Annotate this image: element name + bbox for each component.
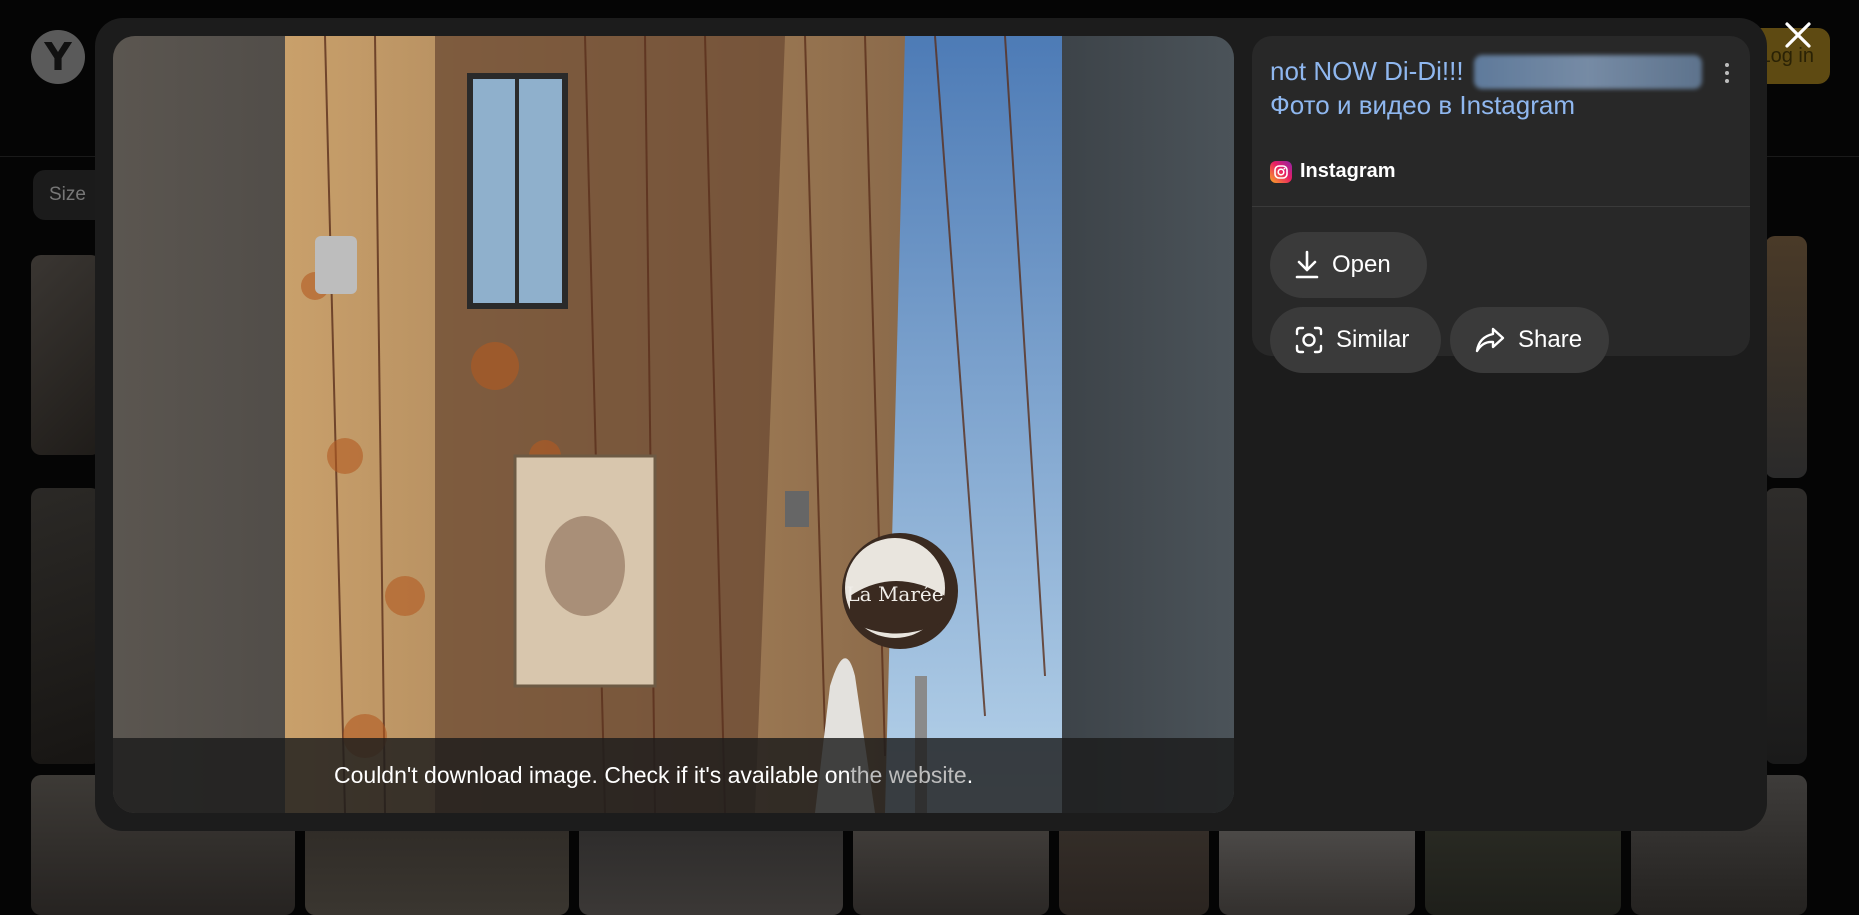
image-info-panel: not NOW Di-Di!!! Фото и видео в Instagra…	[1252, 36, 1750, 373]
result-thumbnail[interactable]	[1765, 488, 1807, 764]
error-message-tail: .	[966, 762, 974, 788]
open-label: Open	[1332, 251, 1391, 278]
close-button[interactable]	[1775, 12, 1821, 58]
blurred-text	[1474, 55, 1702, 89]
camera-search-icon	[1295, 326, 1323, 354]
image-preview[interactable]: La Marée Couldn't download image. Check …	[113, 36, 1234, 813]
source-name: Instagram	[1300, 160, 1396, 182]
similar-button[interactable]: Similar	[1270, 307, 1441, 373]
source-site[interactable]: Instagram	[1270, 160, 1396, 183]
close-icon	[1785, 22, 1811, 48]
divider	[1252, 206, 1750, 207]
more-options-button[interactable]	[1718, 58, 1736, 88]
download-icon	[1295, 250, 1319, 279]
sign-text: La Marée	[846, 582, 943, 606]
instagram-icon	[1270, 160, 1292, 183]
share-button[interactable]: Share	[1450, 307, 1609, 373]
dot-icon	[1725, 63, 1729, 67]
error-message: Couldn't download image. Check if it's a…	[334, 762, 851, 788]
result-thumbnail[interactable]	[31, 488, 101, 764]
result-thumbnail[interactable]	[31, 255, 101, 455]
website-link[interactable]: the website	[850, 762, 966, 789]
similar-label: Similar	[1336, 326, 1410, 353]
dot-icon	[1725, 71, 1729, 75]
open-button[interactable]: Open	[1270, 232, 1427, 298]
yandex-logo[interactable]: Y	[31, 30, 85, 84]
share-arrow-icon	[1475, 327, 1505, 353]
dot-icon	[1725, 79, 1729, 83]
preview-photo: La Marée	[285, 36, 1062, 813]
share-label: Share	[1518, 326, 1583, 353]
download-error-banner: Couldn't download image. Check if it's a…	[113, 738, 1234, 813]
image-subtitle[interactable]: Фото и видео в Instagram	[1270, 88, 1710, 122]
result-thumbnail[interactable]	[1765, 236, 1807, 478]
